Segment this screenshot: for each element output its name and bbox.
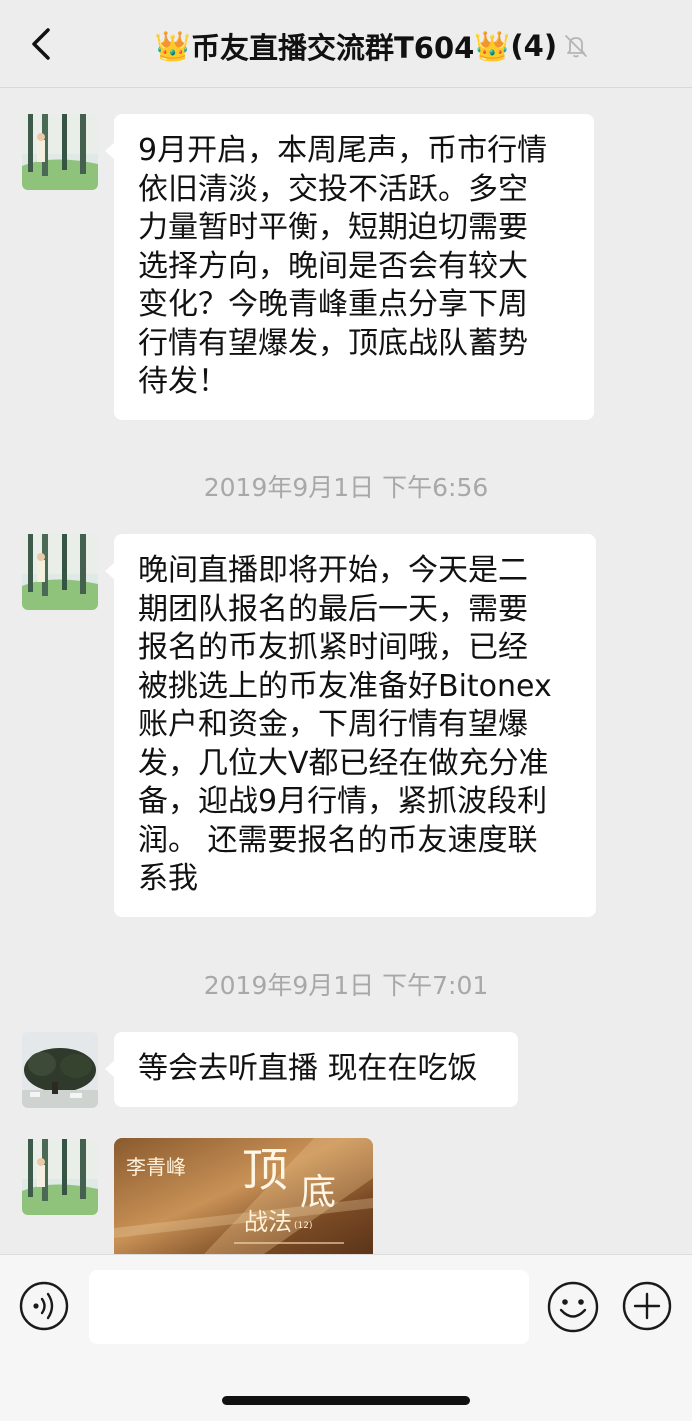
forest-avatar-image bbox=[22, 114, 98, 190]
forest-avatar-image bbox=[22, 1139, 98, 1215]
member-count: (4) bbox=[510, 29, 558, 63]
avatar[interactable] bbox=[22, 114, 98, 190]
message-text-line: 润。 还需要报名的币友速度联 bbox=[138, 822, 538, 858]
message-text-line: 期团队报名的最后一天，需要 bbox=[138, 591, 528, 627]
plus-circle-icon[interactable] bbox=[622, 1281, 672, 1331]
message-text-line: 待发！ bbox=[138, 364, 228, 399]
message-text-line: 选择方向，晚间是否会有较大 bbox=[138, 248, 528, 284]
poster-subtitle: 战法 bbox=[244, 1208, 292, 1236]
message-text-line: 备，迎战9月行情，紧抓波段利 bbox=[138, 784, 548, 819]
input-bar bbox=[0, 1254, 692, 1421]
poster-title-main: 顶 bbox=[242, 1143, 288, 1197]
crown-icon: 👑 bbox=[474, 28, 511, 63]
timestamp: 2019年9月1日 下午6:56 bbox=[203, 473, 489, 502]
message-text-line: 等会去听直播 现在在吃饭 bbox=[138, 1051, 478, 1086]
chat-title: 👑 币友直播交流群T604 👑 (4) bbox=[120, 22, 592, 70]
message-text-line: 依旧清淡，交投不活跃。多空 bbox=[138, 171, 528, 207]
message-text-line: 晚间直播即将开始，今天是二 bbox=[138, 553, 528, 588]
message-list[interactable]: 9月开启，本周尾声，币市行情 依旧清淡，交投不活跃。多空 力量暂时平衡，短期迫切… bbox=[0, 88, 692, 1254]
poster-tag: (12) bbox=[294, 1221, 312, 1231]
group-name: 币友直播交流群T604 bbox=[190, 31, 475, 65]
chat-header: 👑 币友直播交流群T604 👑 (4) bbox=[0, 0, 692, 88]
timestamp: 2019年9月1日 下午7:01 bbox=[203, 971, 489, 1000]
poster-title-side: 底 bbox=[300, 1172, 336, 1213]
avatar[interactable] bbox=[22, 1032, 98, 1108]
forest-avatar-image bbox=[22, 534, 98, 610]
message-text-line: 系我 bbox=[138, 861, 198, 896]
poster-author: 李青峰 bbox=[126, 1155, 186, 1179]
message-text-line: 力量暂时平衡，短期迫切需要 bbox=[138, 210, 528, 245]
tree-avatar-image bbox=[22, 1032, 98, 1108]
emoji-icon[interactable] bbox=[547, 1281, 599, 1333]
message-bubble[interactable]: 晚间直播即将开始，今天是二 期团队报名的最后一天，需要 报名的币友抓紧时间哦，已… bbox=[105, 534, 596, 917]
message-text-line: 发，几位大V都已经在做充分准 bbox=[138, 745, 549, 781]
message-bubble[interactable]: 等会去听直播 现在在吃饭 bbox=[105, 1032, 518, 1107]
message-text-line: 变化？今晚青峰重点分享下周 bbox=[138, 287, 528, 322]
message-input[interactable] bbox=[89, 1270, 529, 1344]
crown-icon: 👑 bbox=[154, 28, 191, 63]
message-text-line: 报名的币友抓紧时间哦，已经 bbox=[138, 630, 528, 665]
avatar[interactable] bbox=[22, 1139, 98, 1215]
voice-icon[interactable] bbox=[19, 1281, 69, 1331]
avatar[interactable] bbox=[22, 534, 98, 610]
message-text-line: 9月开启，本周尾声，币市行情 bbox=[138, 133, 548, 168]
message-text-line: 账户和资金，下周行情有望爆 bbox=[138, 707, 528, 742]
bell-slash-icon bbox=[565, 35, 587, 58]
message-text-line: 被挑选上的币友准备好Bitonex bbox=[138, 668, 552, 704]
chevron-left-icon[interactable] bbox=[22, 24, 62, 64]
message-bubble[interactable]: 9月开启，本周尾声，币市行情 依旧清淡，交投不活跃。多空 力量暂时平衡，短期迫切… bbox=[105, 114, 594, 420]
message-text-line: 行情有望爆发，顶底战队蓄势 bbox=[138, 325, 528, 361]
home-indicator[interactable] bbox=[222, 1396, 470, 1405]
image-message[interactable]: 李青峰 顶 底 战法 (12) bbox=[114, 1138, 373, 1254]
poster-image: 李青峰 顶 底 战法 (12) bbox=[114, 1138, 373, 1254]
